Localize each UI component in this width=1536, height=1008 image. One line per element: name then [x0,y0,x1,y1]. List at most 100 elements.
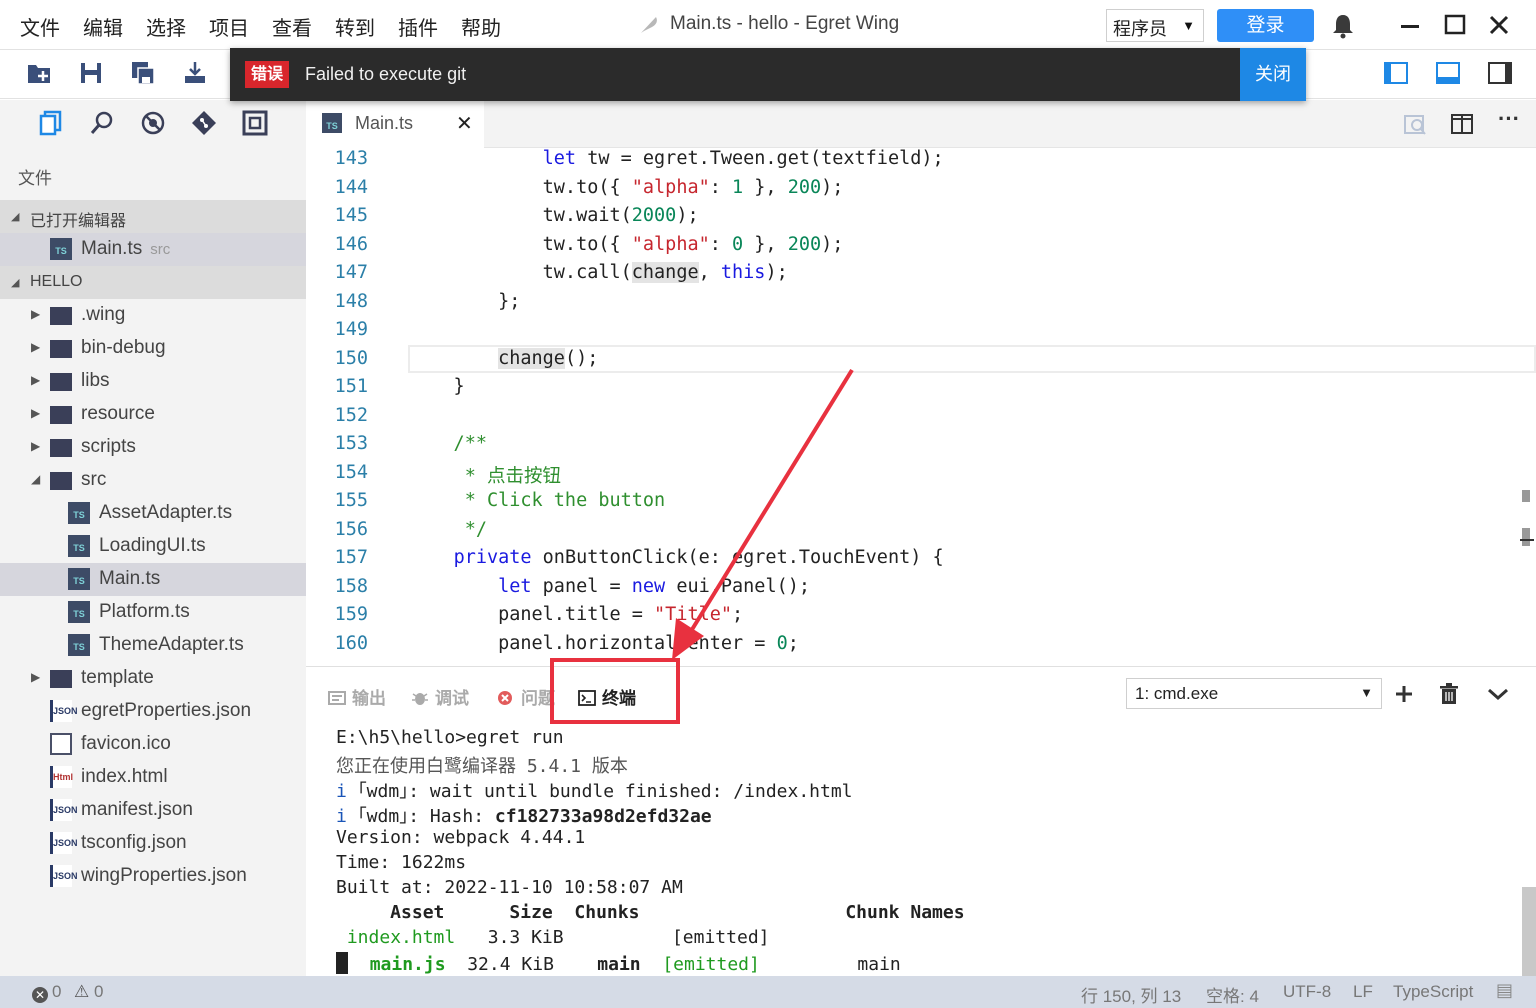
line-content: } [409,376,465,397]
tree-item-wing[interactable]: ▶ .wing [0,299,306,332]
cursor-position[interactable]: 行 150, 列 13 [1081,982,1181,1007]
tree-item-platform-ts[interactable]: TS Platform.ts [0,596,306,629]
menu-edit[interactable]: 编辑 [83,12,123,41]
tree-item-egretproperties-json[interactable]: JSON egretProperties.json [0,695,306,728]
chevron-right-icon: ▶ [31,406,41,420]
tree-item-bin-debug[interactable]: ▶ bin-debug [0,332,306,365]
warnings-count: 0 [93,982,104,1001]
menu-project[interactable]: 项目 [209,12,249,41]
code-line: 155 * Click the button [306,490,1536,518]
line-number: 155 [334,490,368,511]
open-preview-icon[interactable] [1403,112,1427,136]
save-all-icon[interactable] [130,60,156,86]
code-line: 158 let panel = new eui.Panel(); [306,576,1536,604]
role-select[interactable]: 程序员 ▼ [1106,9,1204,42]
indentation[interactable]: 空格: 4 [1206,982,1259,1007]
line-content: */ [409,518,487,540]
menu-goto[interactable]: 转到 [335,12,375,41]
tree-item-manifest-json[interactable]: JSON manifest.json [0,794,306,827]
close-window-icon[interactable] [1484,10,1514,40]
code-editor[interactable]: 143 let tw = egret.Tween.get(textfield);… [306,148,1536,666]
menu-view[interactable]: 查看 [272,12,312,41]
more-actions-icon[interactable]: ··· [1498,106,1522,131]
tree-item-main-ts[interactable]: TS Main.ts [0,563,306,596]
language-mode[interactable]: TypeScript [1393,982,1473,1002]
line-number: 144 [334,176,368,198]
line-ending[interactable]: LF [1353,982,1373,1002]
chevron-down-icon: ▼ [1360,685,1373,700]
split-editor-icon[interactable] [1450,112,1474,136]
tree-item-tsconfig-json[interactable]: JSON tsconfig.json [0,827,306,860]
panel-scrollbar[interactable] [1522,887,1536,977]
code-line: 149 [306,319,1536,347]
terminal-select-value: 1: cmd.exe [1135,684,1219,703]
tree-item-scripts[interactable]: ▶ scripts [0,431,306,464]
menu-file[interactable]: 文件 [20,12,60,41]
open-editor-item[interactable]: TS Main.ts src [0,233,306,266]
tree-item-assetadapter-ts[interactable]: TS AssetAdapter.ts [0,497,306,530]
toggle-sidebar-icon[interactable] [1383,60,1409,86]
chevron-down-icon: ◢ [11,277,20,289]
open-editors-header[interactable]: ◢ 已打开编辑器 [0,200,306,233]
project-header[interactable]: ◢ HELLO [0,266,306,299]
code-line: 159 panel.title = "Title"; [306,604,1536,632]
terminal-cursor [336,952,348,974]
close-tab-icon[interactable]: ✕ [456,111,473,136]
menu-help[interactable]: 帮助 [461,12,501,41]
tab-main-ts[interactable]: TS Main.ts ✕ [306,100,484,148]
tree-item-wingproperties-json[interactable]: JSON wingProperties.json [0,860,306,893]
terminal-select[interactable]: 1: cmd.exe ▼ [1126,678,1382,709]
line-content: tw.call(change, this); [409,262,788,283]
publish-icon[interactable] [182,60,208,86]
tree-item-loadingui-ts[interactable]: TS LoadingUI.ts [0,530,306,563]
tab-problems[interactable]: 问题 [497,684,555,709]
errors-status[interactable]: ✕ 0 [32,982,61,1003]
line-number: 143 [334,148,368,169]
tree-item-label: src [81,469,107,490]
tree-item-label: AssetAdapter.ts [99,502,233,523]
tree-item-libs[interactable]: ▶ libs [0,365,306,398]
new-project-icon[interactable] [26,60,52,86]
git-icon[interactable] [191,110,217,136]
chevron-down-icon[interactable] [1486,682,1510,706]
extensions-icon[interactable] [242,110,268,136]
bell-icon[interactable] [1331,13,1355,39]
tree-item-themeadapter-ts[interactable]: TS ThemeAdapter.ts [0,629,306,662]
trash-icon[interactable] [1437,682,1461,706]
code-line: 153 /** [306,433,1536,461]
menu-plugins[interactable]: 插件 [398,12,438,41]
minimize-icon[interactable] [1395,10,1425,40]
typescript-file-icon: TS [68,634,90,656]
tree-item-favicon-ico[interactable]: favicon.ico [0,728,306,761]
toggle-right-sidebar-icon[interactable] [1487,60,1513,86]
code-line: 148 }; [306,291,1536,319]
menu-select[interactable]: 选择 [146,12,186,41]
chevron-right-icon: ▶ [31,373,41,387]
typescript-file-icon: TS [68,535,90,557]
explorer-icon[interactable] [38,110,64,136]
terminal-output[interactable]: E:\h5\hello>egret run 您正在使用白鹭编译器 5.4.1 版… [336,727,1516,977]
json-file-icon: JSON [50,799,78,821]
maximize-icon[interactable] [1440,10,1470,40]
encoding[interactable]: UTF-8 [1283,982,1331,1002]
notification-close-button[interactable]: 关闭 [1240,48,1306,101]
tab-output[interactable]: 输出 [328,684,386,709]
search-icon[interactable] [89,110,115,136]
login-button[interactable]: 登录 [1217,9,1314,42]
json-file-icon: JSON [50,832,78,854]
tree-item-index-html[interactable]: Html index.html [0,761,306,794]
code-line: 154 * 点击按钮 [306,462,1536,490]
line-content: panel.horizontalCenter = 0; [409,632,799,654]
resize-grip-icon[interactable]: ▤ [1496,980,1513,1001]
tree-item-template[interactable]: ▶ template [0,662,306,695]
toggle-panel-icon[interactable] [1435,60,1461,86]
tree-item-resource[interactable]: ▶ resource [0,398,306,431]
debug-icon[interactable] [140,110,166,136]
save-icon[interactable] [78,60,104,86]
tab-debug[interactable]: 调试 [411,684,469,709]
tree-item-src[interactable]: ◢ src [0,464,306,497]
warnings-status[interactable]: ⚠ 0 [74,982,103,1002]
terminal-line: Version: webpack 4.44.1 [336,827,586,848]
line-content [409,319,454,340]
new-terminal-icon[interactable] [1392,682,1416,706]
